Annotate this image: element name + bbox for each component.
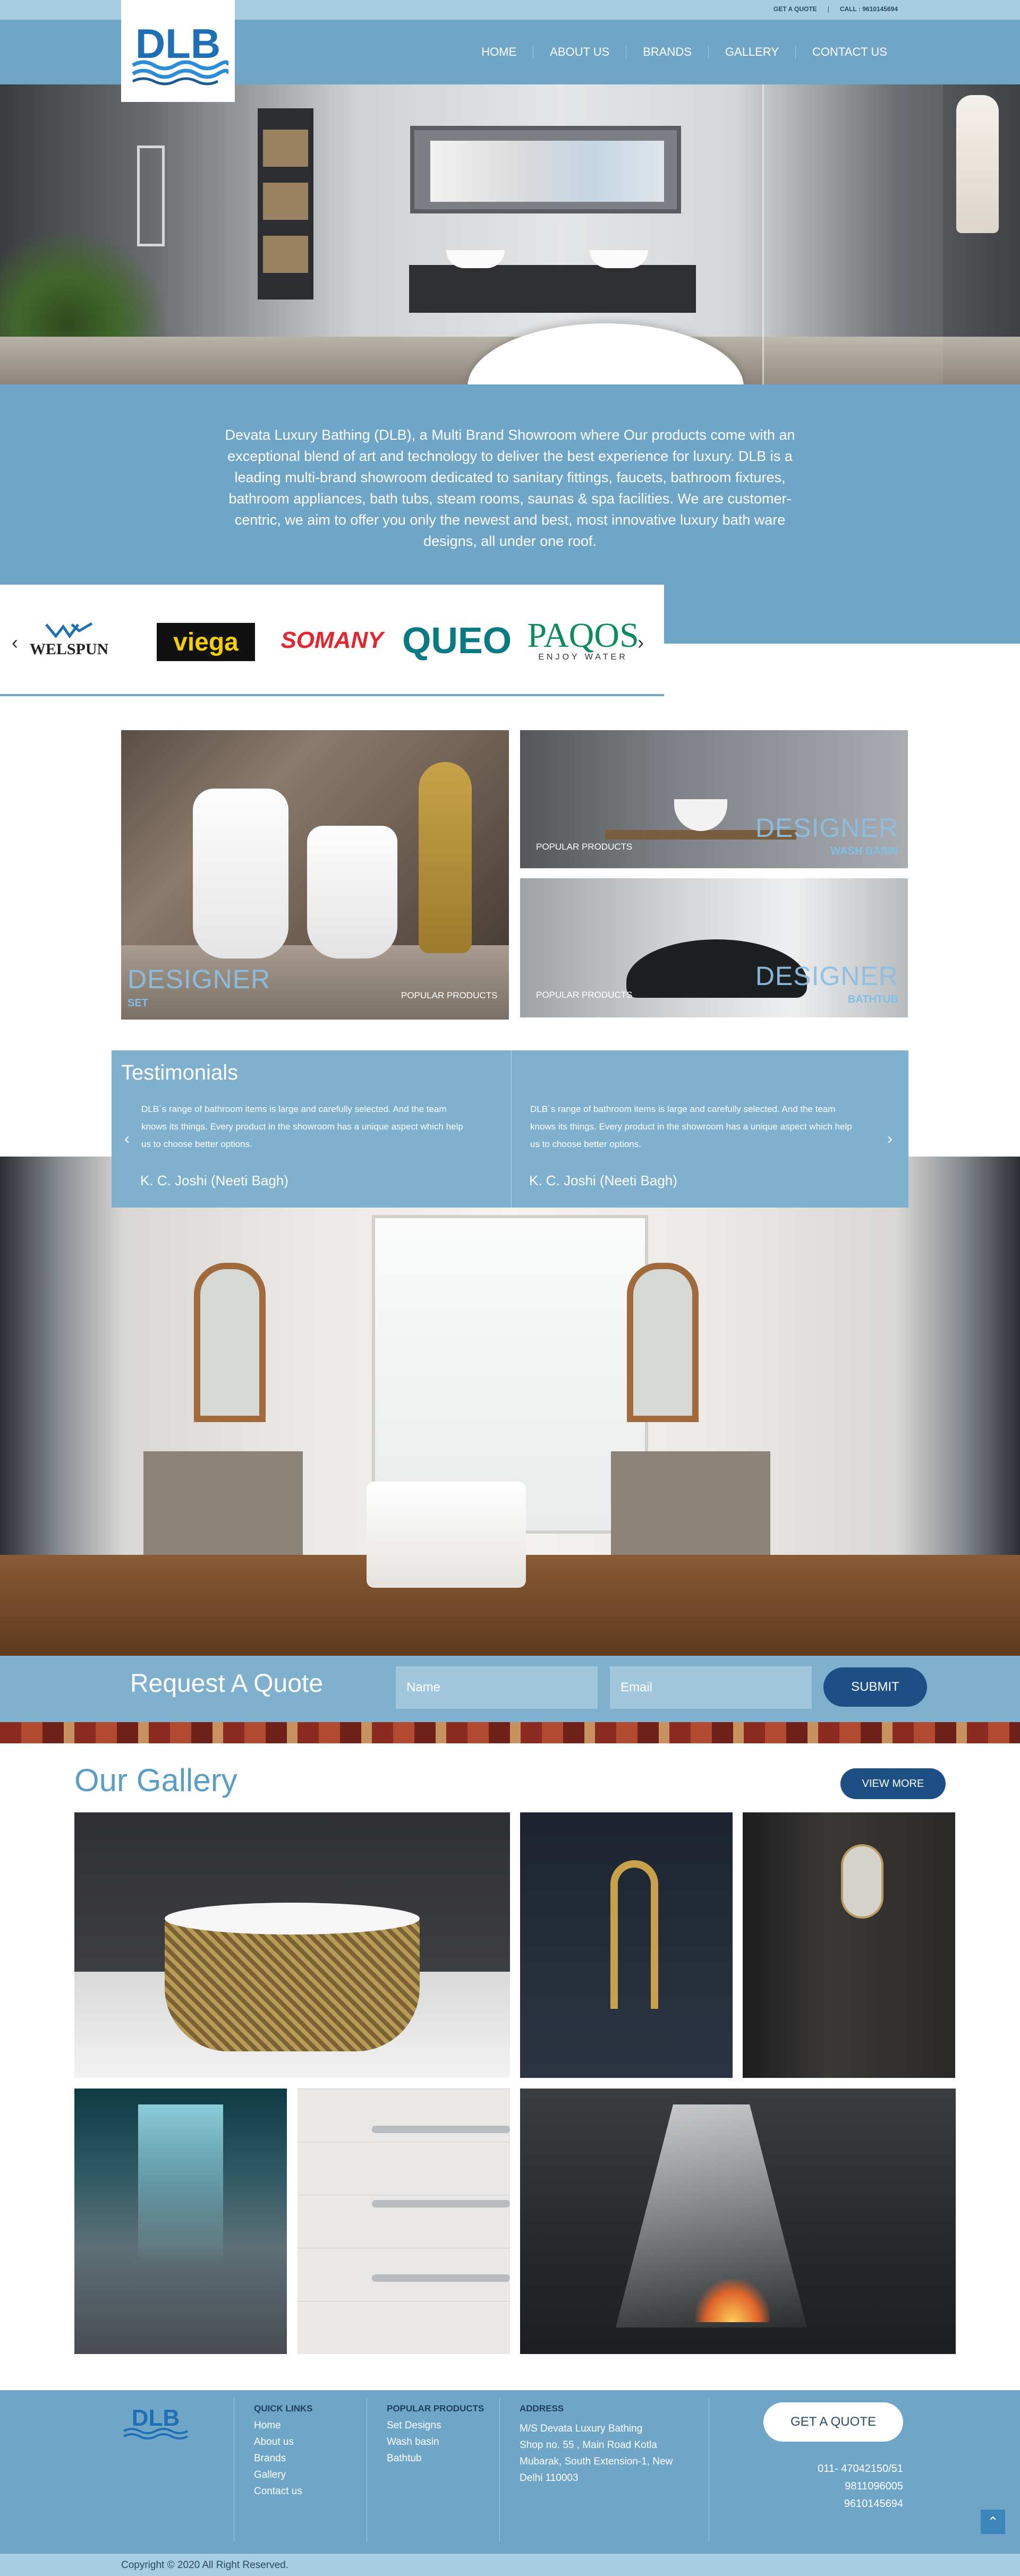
brand-queo-logo[interactable]: QUEO <box>402 614 512 667</box>
footer-address-heading: ADDRESS <box>520 2403 564 2414</box>
dlb-logo-icon: DLB <box>132 20 228 85</box>
product-card-designer-set[interactable]: DESIGNER SET POPULAR PRODUCTS <box>121 730 509 1020</box>
bathroom-showcase-image <box>0 1157 1020 1656</box>
address-line: M/S Devata Luxury Bathing <box>520 2423 643 2434</box>
footer-get-quote-button[interactable]: GET A QUOTE <box>763 2402 903 2442</box>
footer-link-home[interactable]: Home <box>254 2417 313 2434</box>
phone-number[interactable]: 011- 47042150/51 <box>818 2460 903 2478</box>
testimonial-quote: DLB´s range of bathroom items is large a… <box>141 1104 463 1149</box>
site-logo[interactable]: DLB <box>121 0 235 102</box>
footer-logo-text: DLB <box>132 2405 180 2431</box>
testimonial-quote: DLB´s range of bathroom items is large a… <box>530 1104 852 1149</box>
testimonials-prev-arrow-icon[interactable]: ‹ <box>124 1130 130 1148</box>
product-subtitle: BATHTUB <box>847 994 898 1005</box>
brand-somany-logo[interactable]: SOMANY <box>274 614 390 667</box>
nav-home[interactable]: HOME <box>465 45 534 59</box>
footer-link-brands[interactable]: Brands <box>254 2450 313 2467</box>
brand-paqos-logo[interactable]: PAQOS ENJOY WATER <box>526 614 640 667</box>
testimonials-title: Testimonials <box>121 1061 239 1084</box>
address-line: Delhi 110003 <box>520 2472 579 2484</box>
brands-carousel: ‹ WELSPUN viega SOMANY QUEO PAQOS ENJOY … <box>0 585 664 696</box>
product-subtitle: SET <box>128 997 148 1009</box>
footer: DLB QUICK LINKS Home About us Brands Gal… <box>0 2390 1020 2554</box>
footer-phone-numbers: 011- 47042150/51 9811096005 9610145694 <box>818 2460 903 2513</box>
nav-contact-us[interactable]: CONTACT US <box>796 45 887 59</box>
product-title: DESIGNER <box>755 961 898 991</box>
rug-strip <box>0 1722 1020 1743</box>
footer-link-set-designs[interactable]: Set Designs <box>387 2417 484 2434</box>
gallery-image-shower-fireplace[interactable] <box>520 2089 956 2354</box>
address-line: Mubarak, South Extension-1, New <box>520 2456 673 2467</box>
scroll-to-top-icon[interactable]: ⌃ <box>981 2510 1005 2534</box>
footer-link-wash-basin[interactable]: Wash basin <box>387 2434 484 2450</box>
footer-link-bathtub[interactable]: Bathtub <box>387 2450 484 2467</box>
brands-prev-arrow-icon[interactable]: ‹ <box>12 631 18 654</box>
product-category: POPULAR PRODUCTS <box>536 842 633 852</box>
welspun-mark-icon <box>45 622 93 640</box>
testimonial-author: K. C. Joshi (Neeti Bagh) <box>140 1173 288 1188</box>
gallery-image-gold-faucet[interactable] <box>520 1812 733 2078</box>
quote-email-input[interactable] <box>610 1666 812 1709</box>
nav-gallery[interactable]: GALLERY <box>709 45 796 59</box>
gallery-image-accessories[interactable] <box>298 2089 510 2354</box>
footer-logo[interactable]: DLB <box>121 2403 190 2443</box>
copyright-bar: Copyright © 2020 All Right Reserved. <box>0 2554 1020 2576</box>
dlb-logo-icon: DLB <box>123 2405 188 2440</box>
main-nav: HOME ABOUT US BRANDS GALLERY CONTACT US <box>465 45 887 59</box>
gallery-image-rain-shower[interactable] <box>74 2089 287 2354</box>
footer-address: ADDRESS M/S Devata Luxury Bathing Shop n… <box>520 2403 673 2486</box>
gallery-image-dark-bathroom[interactable] <box>743 1812 955 2078</box>
brands-next-arrow-icon[interactable]: › <box>638 631 644 654</box>
about-text: Devata Luxury Bathing (DLB), a Multi Bra… <box>225 427 795 549</box>
address-line: Shop no. 55 , Main Road Kotla <box>520 2440 657 2451</box>
footer-link-gallery[interactable]: Gallery <box>254 2467 313 2483</box>
product-category: POPULAR PRODUCTS <box>401 990 498 1000</box>
footer-popular-products: POPULAR PRODUCTS Set Designs Wash basin … <box>387 2403 484 2467</box>
product-title: DESIGNER <box>755 813 898 843</box>
brand-viega-logo[interactable]: viega <box>157 623 255 661</box>
gallery-title: Our Gallery <box>74 1762 237 1798</box>
product-title: DESIGNER <box>128 964 271 994</box>
brand-welspun-logo[interactable]: WELSPUN <box>29 614 109 667</box>
top-bar-links: GET A QUOTE | CALL : 9610145694 <box>774 5 898 13</box>
footer-link-contact-us[interactable]: Contact us <box>254 2483 313 2500</box>
brand-paqos-tagline: ENJOY WATER <box>538 653 628 662</box>
product-category: POPULAR PRODUCTS <box>536 990 633 1000</box>
phone-number[interactable]: 9610145694 <box>818 2495 903 2513</box>
hero-image <box>0 84 1020 384</box>
quote-submit-button[interactable]: SUBMIT <box>823 1667 927 1707</box>
footer-quick-links-heading: QUICK LINKS <box>254 2403 313 2414</box>
testimonials-next-arrow-icon[interactable]: › <box>887 1130 892 1148</box>
phone-number[interactable]: 9811096005 <box>818 2478 903 2495</box>
testimonials-section: Testimonials ‹ DLB´s range of bathroom i… <box>112 1050 908 1208</box>
nav-brands[interactable]: BRANDS <box>626 45 709 59</box>
top-bar-separator: | <box>827 5 829 13</box>
brand-welspun-name: WELSPUN <box>29 640 109 658</box>
gallery-image-gold-basin[interactable] <box>74 1812 510 2078</box>
request-quote-bar: Request A Quote SUBMIT <box>0 1656 1020 1722</box>
top-get-quote-link[interactable]: GET A QUOTE <box>774 5 817 13</box>
quote-name-input[interactable] <box>396 1666 598 1709</box>
product-card-designer-bathtub[interactable]: POPULAR PRODUCTS DESIGNER BATHTUB <box>520 878 908 1017</box>
request-quote-title: Request A Quote <box>130 1670 323 1698</box>
top-call-link[interactable]: CALL : 9610145694 <box>840 5 898 13</box>
logo-text: DLB <box>135 20 220 67</box>
product-card-designer-wash-basin[interactable]: POPULAR PRODUCTS DESIGNER WASH BASIN <box>520 730 908 868</box>
gallery-view-more-button[interactable]: VIEW MORE <box>840 1768 946 1799</box>
product-subtitle: WASH BASIN <box>830 845 898 857</box>
copyright-text: Copyright © 2020 All Right Reserved. <box>121 2560 288 2571</box>
brand-paqos-name: PAQOS <box>527 616 639 655</box>
footer-quick-links: QUICK LINKS Home About us Brands Gallery… <box>254 2403 313 2500</box>
footer-popular-products-heading: POPULAR PRODUCTS <box>387 2403 484 2414</box>
testimonial-author: K. C. Joshi (Neeti Bagh) <box>529 1173 677 1188</box>
nav-about-us[interactable]: ABOUT US <box>533 45 627 59</box>
footer-link-about-us[interactable]: About us <box>254 2434 313 2450</box>
